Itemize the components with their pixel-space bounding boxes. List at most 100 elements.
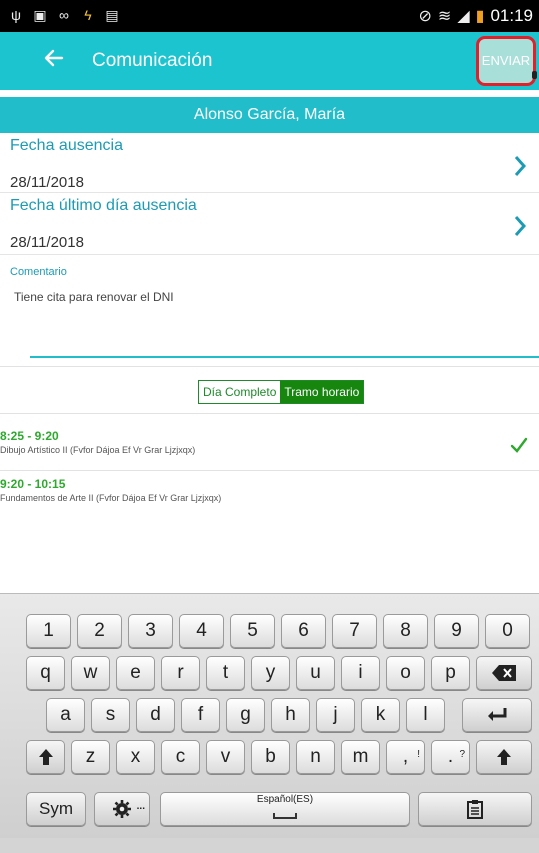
status-time: 01:19	[490, 6, 533, 25]
key-r[interactable]: r	[161, 656, 200, 690]
status-bar: ψ ▣ ∞ ϟ ▤ ⊘ ≋ ◢ ▮ 01:19	[0, 0, 539, 32]
key-5[interactable]: 5	[230, 614, 275, 648]
key-comma[interactable]: , !	[386, 740, 425, 774]
send-button[interactable]: ENVIAR	[476, 36, 537, 86]
key-s[interactable]: s	[91, 698, 130, 732]
slot-time: 8:25 - 9:20	[0, 429, 59, 443]
enter-key[interactable]	[462, 698, 532, 732]
space-key-label: Español(ES)	[256, 794, 314, 805]
comentario-underline	[30, 356, 539, 358]
key-q[interactable]: q	[26, 656, 65, 690]
fecha-ultimo-dia-value: 28/11/2018	[10, 234, 84, 251]
clipboard-key[interactable]	[418, 792, 532, 826]
back-arrow-svg	[44, 49, 64, 67]
key-0[interactable]: 0	[485, 614, 530, 648]
key-p[interactable]: p	[431, 656, 470, 690]
student-name-band: Alonso García, María	[0, 97, 539, 133]
mode-toggle: Día Completo Tramo horario	[198, 380, 365, 404]
key-e[interactable]: e	[116, 656, 155, 690]
wifi-icon: ≋	[437, 8, 452, 25]
slot-description: Fundamentos de Arte II (Fvfor Dájoa Ef V…	[0, 493, 222, 503]
divider	[0, 470, 539, 471]
send-button-label: ENVIAR	[481, 53, 531, 68]
toggle-tramo-horario[interactable]: Tramo horario	[280, 381, 364, 403]
status-right-icons: ⊘ ≋ ◢ ▮ 01:19	[419, 6, 533, 26]
fecha-ausencia-field[interactable]: Fecha ausencia 28/11/2018	[0, 133, 539, 193]
shift-icon	[38, 749, 53, 765]
clipboard-icon	[467, 800, 483, 819]
key-period[interactable]: . ?	[431, 740, 470, 774]
toggle-dia-completo[interactable]: Día Completo	[199, 381, 281, 403]
chevron-right-icon[interactable]	[513, 214, 527, 238]
key-h[interactable]: h	[271, 698, 310, 732]
key-u[interactable]: u	[296, 656, 335, 690]
key-i[interactable]: i	[341, 656, 380, 690]
slot-item[interactable]: 8:25 - 9:20 Dibujo Artístico II (Fvfor D…	[0, 429, 539, 465]
comentario-label: Comentario	[10, 266, 67, 278]
chevron-right-icon[interactable]	[513, 154, 527, 178]
key-b[interactable]: b	[251, 740, 290, 774]
space-bar-icon	[273, 813, 297, 819]
key-y[interactable]: y	[251, 656, 290, 690]
key-k[interactable]: k	[361, 698, 400, 732]
check-icon	[510, 437, 528, 453]
space-key[interactable]: Español(ES)	[160, 792, 410, 826]
key-a[interactable]: a	[46, 698, 85, 732]
key-c[interactable]: c	[161, 740, 200, 774]
key-d[interactable]: d	[136, 698, 175, 732]
key-w[interactable]: w	[71, 656, 110, 690]
key-j[interactable]: j	[316, 698, 355, 732]
key-comma-main: ,	[402, 746, 409, 767]
enter-icon	[488, 708, 507, 721]
status-left-icons: ψ ▣ ∞ ϟ ▤	[8, 7, 120, 23]
back-arrow-icon[interactable]	[42, 46, 70, 74]
fecha-ultimo-dia-field[interactable]: Fecha último día ausencia 28/11/2018	[0, 193, 539, 255]
key-m[interactable]: m	[341, 740, 380, 774]
student-name: Alonso García, María	[193, 106, 346, 123]
key-4[interactable]: 4	[179, 614, 224, 648]
fecha-ultimo-dia-label: Fecha último día ausencia	[10, 197, 197, 214]
key-t[interactable]: t	[206, 656, 245, 690]
key-o[interactable]: o	[386, 656, 425, 690]
sym-key[interactable]: Sym	[26, 792, 86, 826]
usb-icon: ψ	[11, 7, 21, 23]
page-title: Comunicación	[92, 50, 213, 71]
bottom-strip	[0, 838, 539, 853]
signal-icon: ◢	[457, 8, 470, 25]
shift-icon	[497, 749, 511, 765]
key-g[interactable]: g	[226, 698, 265, 732]
voicemail-icon: ∞	[59, 7, 69, 23]
key-6[interactable]: 6	[281, 614, 326, 648]
key-8[interactable]: 8	[383, 614, 428, 648]
key-period-alt: ?	[459, 749, 465, 760]
key-x[interactable]: x	[116, 740, 155, 774]
backspace-icon	[492, 665, 516, 681]
shift-right-key[interactable]	[476, 740, 532, 774]
settings-key[interactable]: ...	[94, 792, 150, 826]
slot-time: 9:20 - 10:15	[0, 477, 66, 491]
key-z[interactable]: z	[71, 740, 110, 774]
key-9[interactable]: 9	[434, 614, 479, 648]
key-3[interactable]: 3	[128, 614, 173, 648]
key-l[interactable]: l	[406, 698, 445, 732]
key-f[interactable]: f	[181, 698, 220, 732]
settings-key-alt: ...	[136, 801, 145, 812]
phone-screen: ψ ▣ ∞ ϟ ▤ ⊘ ≋ ◢ ▮ 01:19 Comunicación ENV…	[0, 0, 539, 853]
shift-left-key[interactable]	[26, 740, 65, 774]
soft-keyboard: 1 2 3 4 5 6 7 8 9 0 q w e r t y u i o p …	[0, 593, 539, 838]
key-1[interactable]: 1	[26, 614, 71, 648]
comentario-input[interactable]: Tiene cita para renovar el DNI	[14, 290, 174, 304]
key-comma-alt: !	[417, 749, 420, 760]
key-n[interactable]: n	[296, 740, 335, 774]
key-7[interactable]: 7	[332, 614, 377, 648]
fecha-ausencia-value: 28/11/2018	[10, 174, 84, 191]
gear-icon	[113, 800, 131, 818]
key-2[interactable]: 2	[77, 614, 122, 648]
divider	[0, 366, 539, 367]
backspace-key[interactable]	[476, 656, 532, 690]
cursor-marker	[532, 71, 537, 79]
slot-item[interactable]: 9:20 - 10:15 Fundamentos de Arte II (Fvf…	[0, 477, 539, 513]
app-bar: Comunicación ENVIAR	[0, 32, 539, 90]
key-v[interactable]: v	[206, 740, 245, 774]
wifi-bolt-icon: ϟ	[84, 7, 92, 23]
